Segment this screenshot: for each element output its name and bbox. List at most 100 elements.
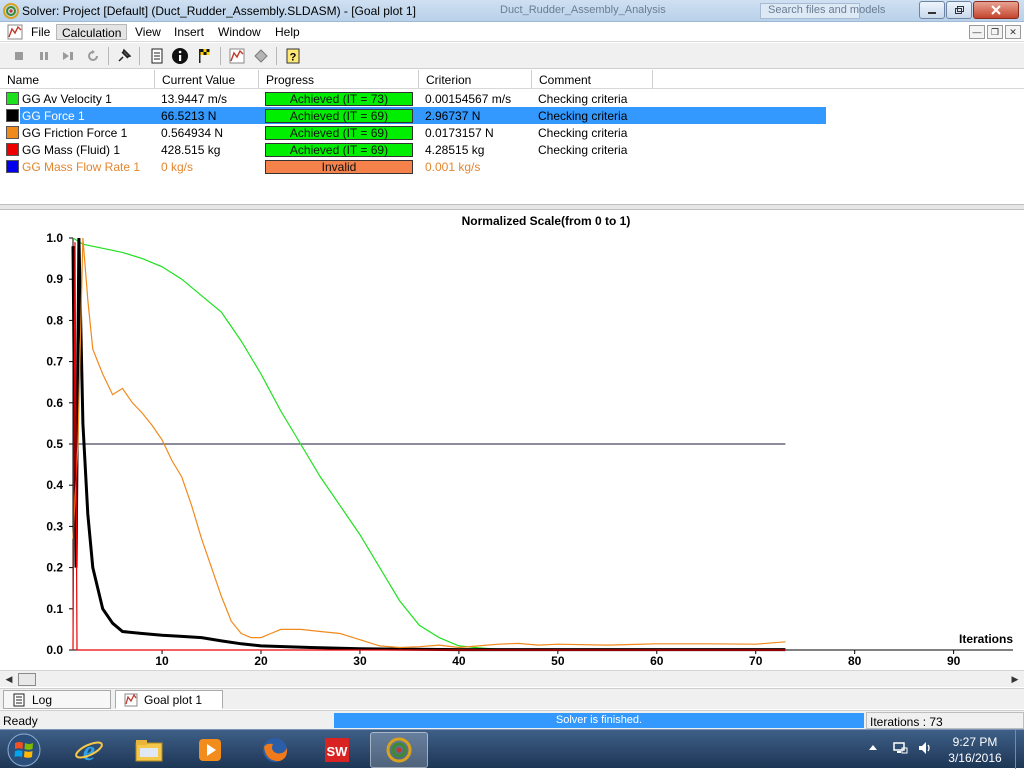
menu-file[interactable]: File (26, 24, 55, 40)
taskbar-solidworks[interactable]: SW (308, 732, 366, 768)
minimize-icon: — (972, 27, 982, 37)
goal-current-value: 0 kg/s (161, 160, 194, 174)
goal-criterion: 0.0173157 N (425, 126, 494, 140)
taskbar-media-player[interactable] (181, 732, 239, 768)
column-header-name[interactable]: Name (0, 70, 155, 89)
column-header-criterion[interactable]: Criterion (419, 70, 532, 89)
goal-color-swatch (6, 143, 19, 156)
goal-name: GG Mass Flow Rate 1 (22, 160, 141, 174)
normalized-goal-chart: Normalized Scale(from 0 to 1) Iterations 0… (46, 214, 1013, 668)
toolbar-separator (276, 47, 277, 65)
x-tick-label: 50 (551, 654, 565, 668)
step-icon (63, 52, 73, 60)
table-row[interactable]: GG Friction Force 1 0.564934 N Achieved (I… (0, 124, 1024, 141)
column-header-comment[interactable]: Comment (532, 70, 653, 89)
scroll-right-arrow-icon[interactable]: ▶ (1008, 673, 1022, 686)
mdi-close-button[interactable]: ✕ (1005, 25, 1021, 39)
show-hidden-icons-icon[interactable] (868, 743, 878, 753)
refresh-button[interactable] (84, 47, 102, 65)
menu-help[interactable]: Help (270, 24, 305, 40)
close-icon (991, 5, 1001, 15)
toolbar-separator (108, 47, 109, 65)
y-tick-label: 0.4 (46, 478, 63, 492)
minimize-button[interactable] (919, 1, 945, 19)
goal-name: GG Friction Force 1 (22, 126, 128, 140)
goal-name: GG Av Velocity 1 (22, 92, 112, 106)
network-icon[interactable] (892, 740, 908, 756)
table-row[interactable]: GG Force 1 66.5213 N Achieved (IT = 69) 2.9… (0, 107, 1024, 124)
refresh-icon (88, 50, 98, 61)
table-row[interactable]: GG Mass Flow Rate 1 0 kg/s Invalid 0.001 kg… (0, 158, 1024, 175)
menu-view[interactable]: View (130, 24, 166, 40)
menu-window[interactable]: Window (213, 24, 266, 40)
scroll-left-arrow-icon[interactable]: ◀ (2, 673, 16, 686)
help-button[interactable]: ? (284, 47, 302, 65)
goal-progress-badge: Achieved (IT = 69) (265, 126, 413, 140)
goal-criterion: 0.001 kg/s (425, 160, 481, 174)
goal-plot-button[interactable] (228, 47, 246, 65)
goal-current-value: 428.515 kg (161, 143, 221, 157)
menu-calculation[interactable]: Calculation (56, 24, 128, 40)
pause-button[interactable] (35, 47, 53, 65)
chart-title: Normalized Scale(from 0 to 1) (462, 214, 631, 228)
solidworks-icon: SW (325, 738, 349, 762)
y-tick-label: 0.9 (46, 272, 63, 286)
horizontal-scrollbar[interactable]: ◀ ▶ (0, 670, 1024, 687)
goal-color-swatch (6, 92, 19, 105)
taskbar-internet-explorer[interactable]: e (60, 732, 118, 768)
mdi-minimize-button[interactable]: — (969, 25, 985, 39)
svg-text:?: ? (290, 52, 297, 64)
table-row[interactable]: GG Av Velocity 1 13.9447 m/s Achieved (IT … (0, 90, 1024, 107)
info-button[interactable] (171, 47, 189, 65)
help-icon: ? (286, 48, 300, 64)
row-selection-highlight (155, 107, 826, 124)
show-desktop-button[interactable] (1015, 730, 1024, 769)
goal-comment: Checking criteria (538, 109, 628, 123)
step-button[interactable] (59, 47, 77, 65)
goal-comment: Checking criteria (538, 92, 628, 106)
info-icon (172, 48, 188, 64)
goal-criterion: 2.96737 N (425, 109, 481, 123)
minimize-icon (928, 12, 936, 14)
goal-plot-document-icon[interactable] (7, 24, 23, 40)
y-tick-label: 0.0 (46, 643, 63, 657)
x-tick-label: 60 (650, 654, 664, 668)
close-button[interactable] (973, 1, 1019, 19)
sheet-button[interactable] (148, 47, 166, 65)
x-tick-label: 80 (848, 654, 862, 668)
column-header-current-value[interactable]: Current Value (155, 70, 259, 89)
goal-name: GG Mass (Fluid) 1 (22, 143, 121, 157)
window-title: Solver: Project [Default] (Duct_Rudder_A… (22, 4, 416, 18)
preview-button[interactable] (252, 47, 270, 65)
start-button[interactable] (4, 732, 44, 768)
pin-icon (118, 48, 132, 62)
goal-name: GG Force 1 (20, 107, 155, 124)
taskbar-file-explorer[interactable] (120, 732, 178, 768)
restore-button[interactable] (946, 1, 972, 19)
goal-progress-badge: Achieved (IT = 73) (265, 92, 413, 106)
tab-log[interactable]: Log (3, 690, 111, 709)
goals-table-header: Name Current Value Progress Criterion Co… (0, 70, 1024, 89)
table-row[interactable]: GG Mass (Fluid) 1 428.515 kg Achieved (IT … (0, 141, 1024, 158)
y-tick-label: 0.5 (46, 437, 63, 451)
taskbar-flow-solver[interactable] (370, 732, 428, 768)
speaker-icon[interactable] (917, 740, 933, 756)
tab-goal-plot-1[interactable]: Goal plot 1 (115, 690, 223, 709)
status-ready-text: Ready (3, 714, 38, 728)
column-header-progress[interactable]: Progress (259, 70, 419, 89)
system-clock[interactable]: 9:27 PM 3/16/2016 (940, 734, 1010, 766)
tab-goal-plot-label: Goal plot 1 (144, 693, 203, 707)
pin-button[interactable] (115, 47, 133, 65)
finish-flag-button[interactable] (196, 47, 214, 65)
y-tick-label: 0.1 (46, 602, 63, 616)
tab-log-label: Log (32, 693, 53, 707)
solver-app-icon (386, 737, 412, 763)
scrollbar-thumb[interactable] (18, 673, 36, 686)
taskbar-firefox[interactable] (246, 732, 304, 768)
menu-insert[interactable]: Insert (169, 24, 209, 40)
clock-time: 9:27 PM (952, 735, 998, 749)
goal-plot-icon (229, 48, 245, 64)
stop-button[interactable] (10, 47, 28, 65)
mdi-restore-button[interactable]: ❐ (987, 25, 1003, 39)
restore-icon (955, 6, 964, 14)
